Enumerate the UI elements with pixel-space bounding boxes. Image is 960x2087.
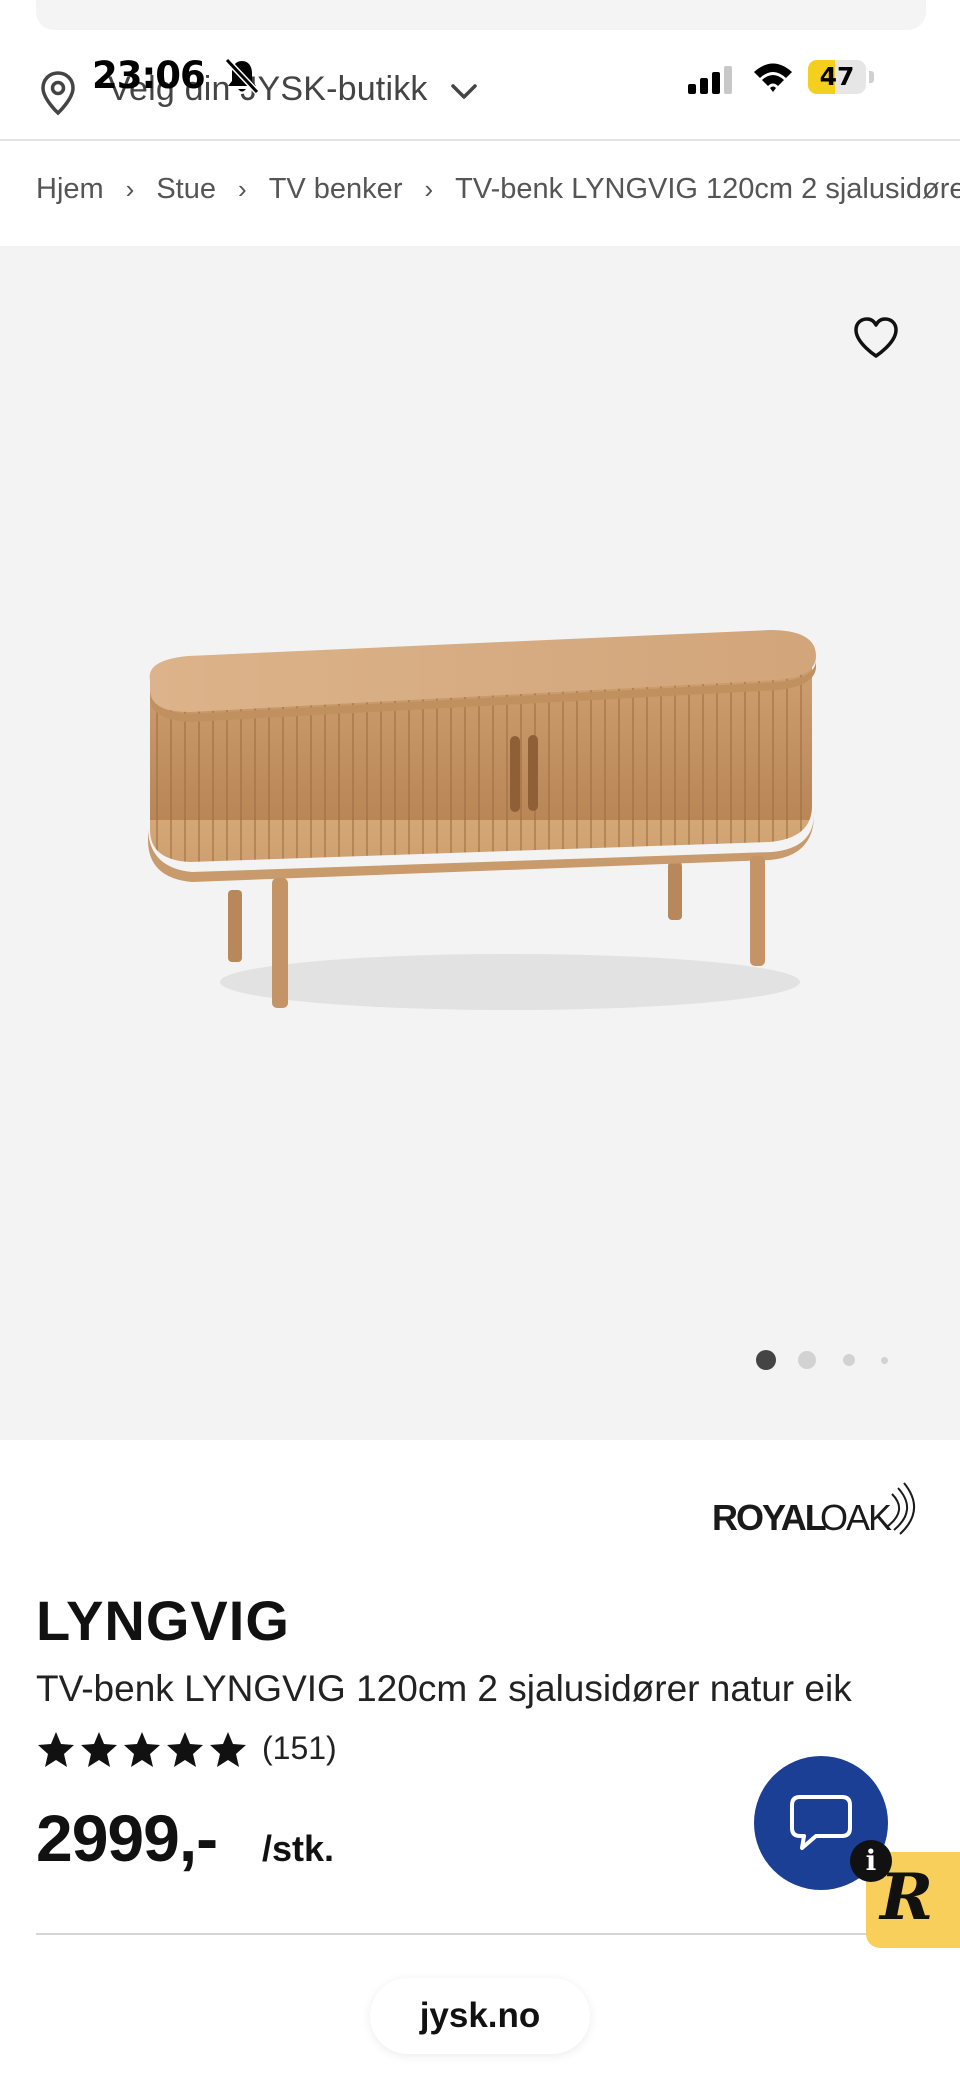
price-unit: /stk. [262, 1828, 335, 1869]
product-name: LYNGVIG [36, 1589, 290, 1652]
product-description: TV-benk LYNGVIG 120cm 2 sjalusidører nat… [36, 1668, 852, 1709]
browser-url-pill[interactable]: jysk.no [370, 1978, 590, 2054]
status-time: 23:06 [92, 54, 206, 97]
location-pin-icon [41, 71, 75, 116]
star-icon [210, 1732, 246, 1767]
battery-level-text: 47 [819, 62, 855, 91]
chevron-right-icon: › [238, 174, 247, 204]
svg-text:ROYAL: ROYAL [712, 1497, 826, 1538]
chat-bubble-icon [790, 1795, 852, 1850]
gallery-dot-active[interactable] [756, 1350, 776, 1370]
rating-stars[interactable] [36, 1730, 250, 1770]
breadcrumb-stue[interactable]: Stue [156, 173, 216, 206]
wifi-icon [754, 63, 792, 92]
svg-text:OAK: OAK [820, 1497, 892, 1538]
brand-logo-royaloak: ROYAL OAK [712, 1482, 915, 1538]
chevron-right-icon: › [424, 174, 434, 204]
gallery-dot[interactable] [798, 1351, 816, 1369]
star-icon [38, 1732, 74, 1767]
battery-indicator: 47 [808, 60, 874, 94]
product-price: 2999,- [36, 1801, 218, 1875]
search-bar-partial[interactable] [36, 0, 926, 30]
breadcrumb-tv-benker[interactable]: TV benker [269, 173, 403, 206]
header-divider [0, 139, 960, 141]
breadcrumb-current: TV-benk LYNGVIG 120cm 2 sjalusidører nat… [455, 173, 960, 205]
section-divider [36, 1933, 888, 1935]
chevron-down-icon[interactable] [448, 80, 480, 104]
star-icon [81, 1732, 117, 1767]
info-icon[interactable]: i [850, 1840, 892, 1882]
breadcrumb-home[interactable]: Hjem [36, 173, 104, 206]
gallery-pagination[interactable] [750, 1350, 900, 1370]
gallery-dot[interactable] [843, 1354, 855, 1366]
product-image-tv-bench [148, 630, 817, 1010]
review-count[interactable]: (151) [262, 1730, 337, 1767]
star-icon [124, 1732, 160, 1767]
heart-icon[interactable] [852, 316, 900, 360]
breadcrumb: Hjem › Stue › TV benker › TV-benk LYNGVIG 120c… [36, 173, 960, 217]
cellular-signal-icon [688, 66, 732, 94]
bell-muted-icon [224, 57, 260, 95]
chevron-right-icon: › [125, 174, 135, 204]
gallery-dot[interactable] [881, 1357, 888, 1364]
star-icon [167, 1732, 203, 1767]
